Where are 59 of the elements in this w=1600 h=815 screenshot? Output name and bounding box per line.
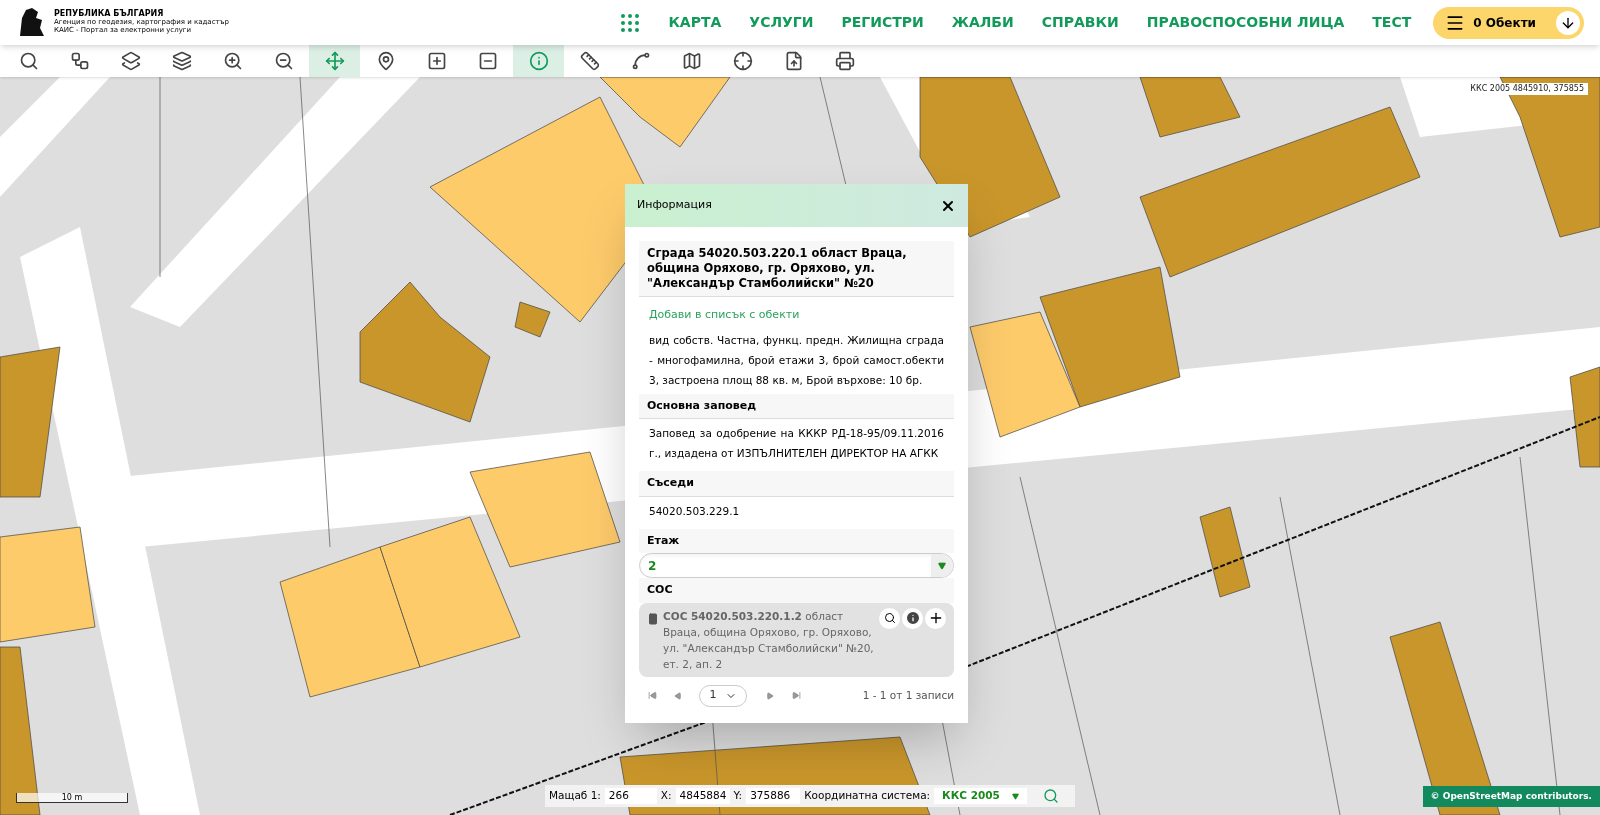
nav-link[interactable]: КАРТА — [654, 12, 736, 33]
scale-bar: 10 m — [16, 793, 128, 803]
first-page-icon — [647, 691, 657, 700]
crosshair-icon — [732, 51, 753, 71]
zoom-in-icon — [222, 51, 243, 71]
map-icon — [681, 51, 702, 71]
unit-description: СОС 54020.503.220.1.2 област Враца, община Оряхово, гр. Оряхово, ул. "Александър Стамболийски" №20, ет. 2, ап. 2 — [663, 608, 875, 672]
crs-select[interactable]: ККС 2005 — [934, 788, 1027, 804]
records-count: 1 - 1 от 1 записи — [862, 687, 954, 703]
section-text: 54020.503.229.1 — [648, 503, 741, 519]
square-plus-icon — [426, 51, 447, 71]
nav-link[interactable]: УСЛУГИ — [735, 12, 828, 33]
search-button[interactable] — [879, 607, 900, 629]
print-icon — [834, 51, 855, 71]
x-label: X: — [660, 788, 672, 804]
section-text: Заповед за одобрение на КККР РД-18-95/09.11.2016 г., издадена от ИЗПЪЛНИТЕЛЕН ДИРЕКТОР НА АГКК — [648, 426, 945, 461]
nav-link[interactable]: ПРАВОСПОСОБНИ ЛИЦА — [1132, 12, 1359, 33]
last-page-icon — [791, 691, 801, 700]
y-field[interactable]: 375886 — [746, 788, 801, 804]
nav-link[interactable]: ТЕСТ — [1358, 12, 1426, 33]
dropdown-icon — [931, 554, 953, 577]
agency-name-line: РЕПУБЛИКА БЪЛГАРИЯ — [54, 10, 165, 19]
info-icon — [528, 51, 549, 71]
square-minus-icon — [477, 51, 498, 71]
info-button[interactable] — [902, 607, 923, 629]
object-description: вид собств. Частна, функц. предн. Жилищна сграда - многофамилна, брой етажи 3, брой самост.обекти 3, застроена площ 88 кв. м, Брой върхове: 10 бр. — [648, 332, 945, 388]
crs-label: Координатна система: — [804, 788, 931, 804]
unit-icon — [647, 610, 659, 627]
map-attribution: © OpenStreetMap contributors. — [1422, 785, 1600, 807]
ruler-icon — [579, 51, 600, 71]
section-heading: Съседи — [639, 471, 954, 497]
info-icon — [904, 610, 921, 626]
add-button[interactable] — [925, 607, 946, 629]
search-icon — [18, 51, 39, 71]
search-icon — [883, 612, 896, 624]
x-field[interactable]: 4845884 — [675, 788, 730, 804]
move-icon — [324, 51, 345, 71]
objects-button[interactable]: 0 Обекти — [1433, 6, 1584, 39]
zoom-out-icon — [273, 51, 294, 71]
scale-label: Мащаб 1: — [549, 788, 601, 804]
download-icon — [1556, 10, 1580, 35]
nodes-icon — [69, 51, 90, 71]
nav-link[interactable]: СПРАВКИ — [1027, 12, 1133, 33]
add-to-list-link[interactable]: Добави в списък с обекти — [639, 297, 954, 330]
next-page-icon — [766, 691, 774, 700]
nav-link[interactable]: ЖАЛБИ — [937, 12, 1028, 33]
popup-title: Информация — [637, 197, 712, 214]
dropdown-icon — [1011, 792, 1019, 800]
previous-page-icon — [674, 691, 682, 700]
layers-icon — [171, 51, 192, 71]
search-icon[interactable] — [1042, 788, 1059, 804]
section-heading: Основна заповед — [639, 393, 954, 419]
section-heading: Етаж — [639, 528, 954, 553]
nav-link[interactable]: РЕГИСТРИ — [827, 12, 938, 33]
scale-field[interactable]: 266 — [604, 788, 657, 804]
section-heading: СОС — [639, 578, 954, 603]
y-label: Y: — [733, 788, 743, 804]
object-heading: Сграда 54020.503.220.1 област Враца, община Оряхово, гр. Оряхово, ул. "Александър Стамболийски" №20 — [639, 241, 954, 297]
layer-icon — [120, 51, 141, 71]
